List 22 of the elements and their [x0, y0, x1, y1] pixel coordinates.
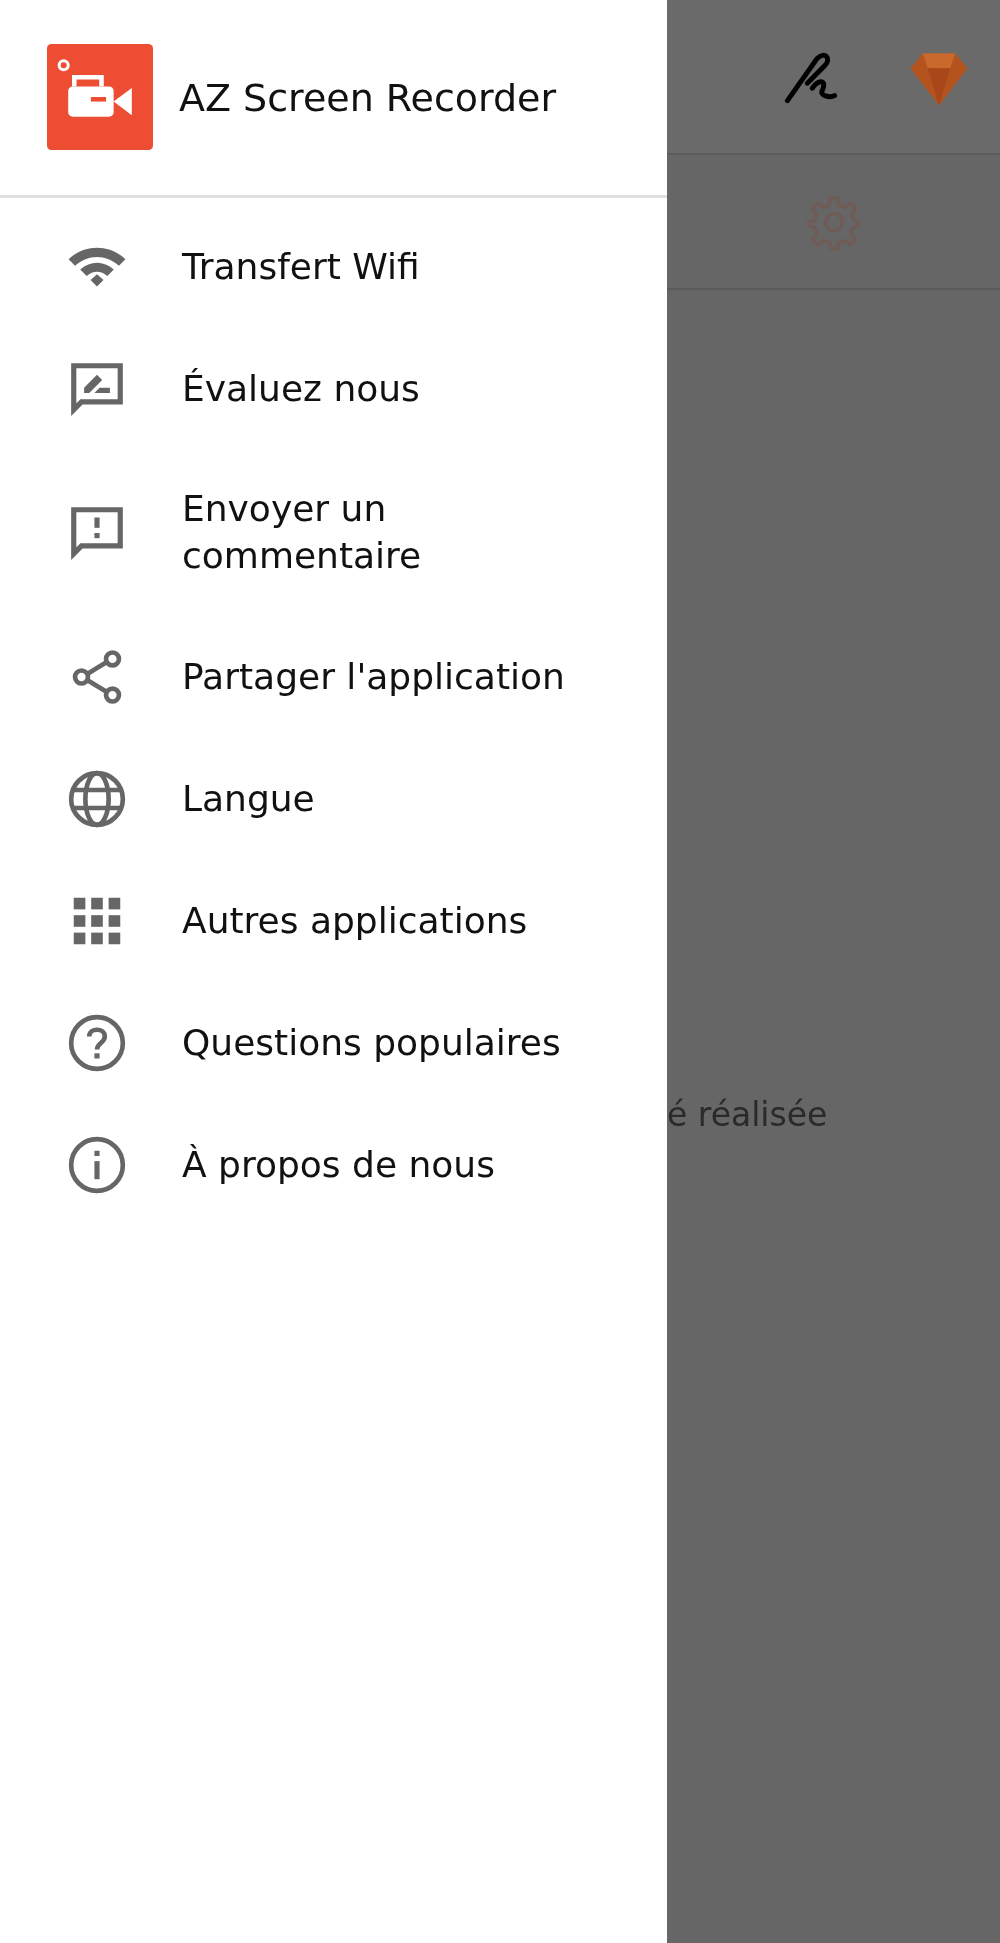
menu-label: Partager l'application: [182, 654, 565, 699]
menu-item[interactable]: Questions populaires: [0, 982, 667, 1104]
menu-label: À propos de nous: [182, 1142, 495, 1187]
menu-item[interactable]: Autres applications: [0, 860, 667, 982]
menu-item[interactable]: Partager l'application: [0, 616, 667, 738]
info-icon: [66, 1134, 128, 1196]
menu-item[interactable]: Envoyer un commentaire: [0, 450, 667, 616]
globe-icon: [66, 768, 128, 830]
video-camera-logo-icon: [47, 43, 153, 150]
menu-item[interactable]: Évaluez nous: [0, 328, 667, 450]
app-title: AZ Screen Recorder: [179, 75, 557, 120]
menu-label: Questions populaires: [182, 1020, 561, 1065]
menu-item[interactable]: À propos de nous: [0, 1104, 667, 1226]
menu-label: Transfert Wifi: [182, 244, 420, 289]
menu-label: Évaluez nous: [182, 366, 420, 411]
menu-item[interactable]: Langue: [0, 738, 667, 860]
help-icon: [66, 1012, 128, 1074]
menu-item[interactable]: Transfert Wifi: [0, 206, 667, 328]
status-message: é réalisée: [667, 1095, 828, 1134]
menu-label: Langue: [182, 776, 315, 821]
menu-label: Autres applications: [182, 898, 528, 943]
menu-label: Envoyer un commentaire: [182, 487, 423, 578]
